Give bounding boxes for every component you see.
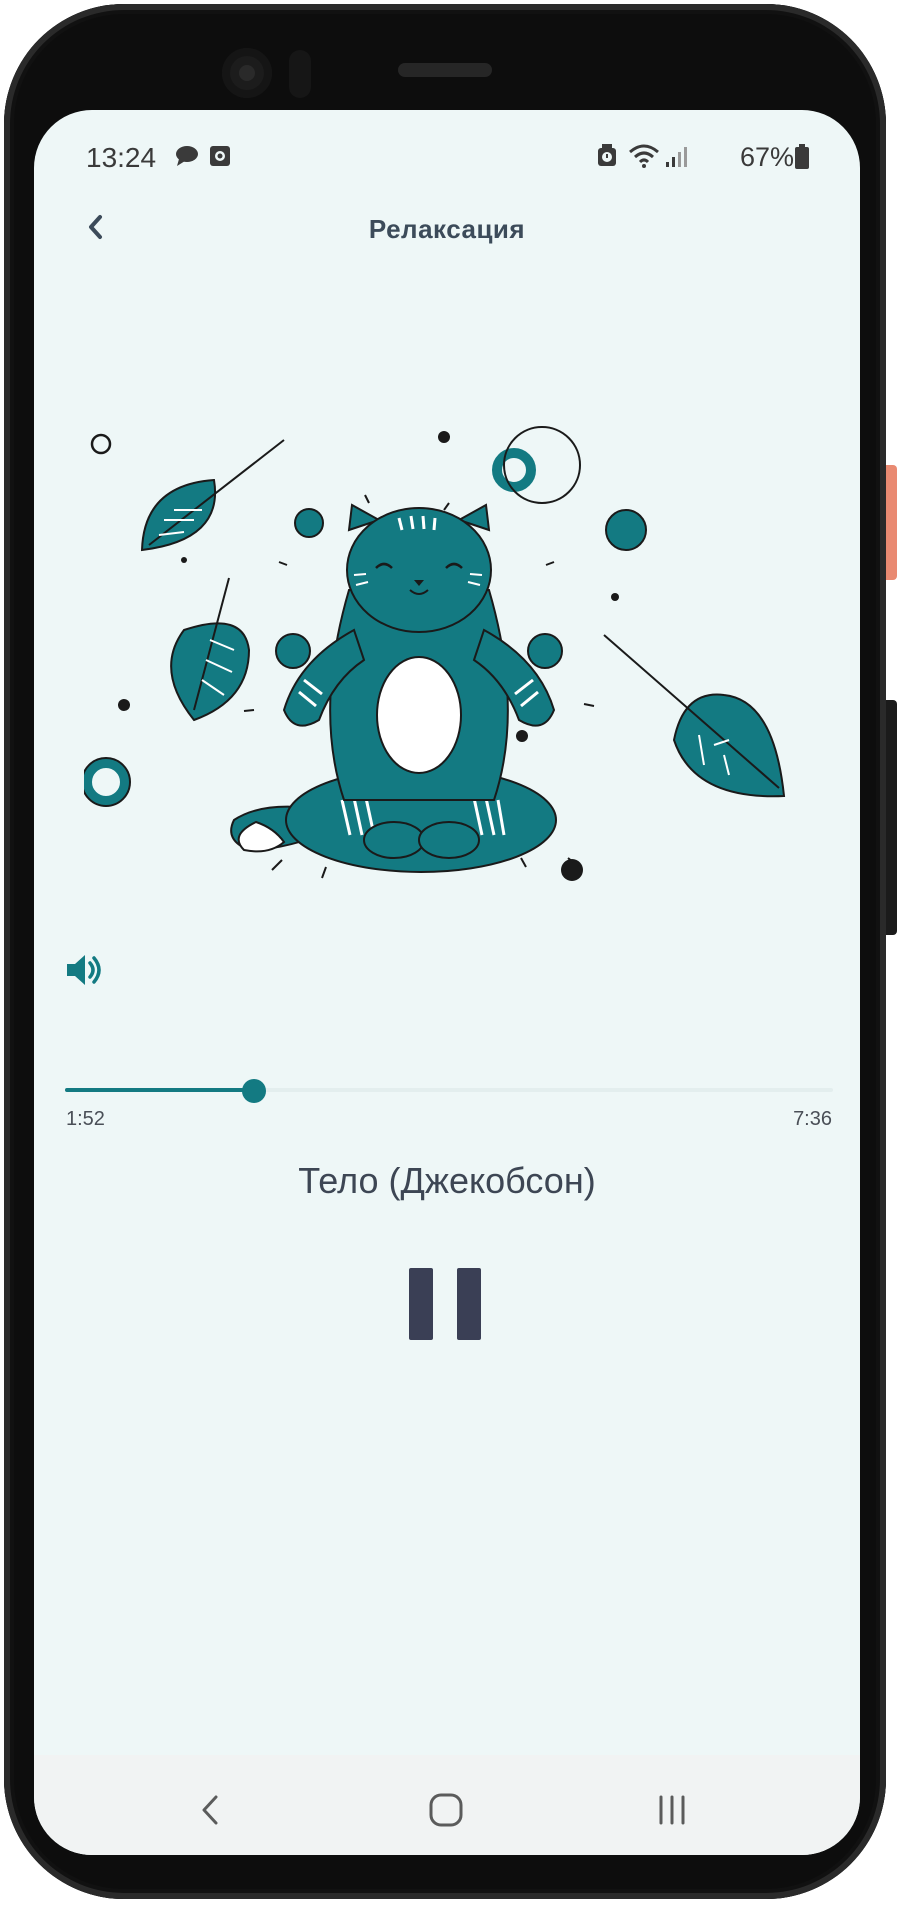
chat-bubble-icon <box>174 144 200 173</box>
app-screen: 13:24 67% Релаксация 1:52 7:36 Тело (Дже… <box>34 110 860 1855</box>
nav-back-button[interactable] <box>170 1775 250 1845</box>
pause-button[interactable] <box>404 1260 486 1350</box>
side-button <box>886 465 897 580</box>
decor-dot <box>294 508 324 538</box>
decor-dot <box>118 699 130 711</box>
decor-dot <box>516 730 528 742</box>
status-bar: 13:24 67% <box>34 110 860 173</box>
status-time: 13:24 <box>86 142 157 173</box>
front-camera <box>222 48 272 98</box>
decor-dot <box>611 593 619 601</box>
nav-recents-button[interactable] <box>632 1775 712 1845</box>
system-nav-bar <box>34 1755 860 1855</box>
speaker-icon <box>67 955 101 985</box>
decor-ring <box>503 426 581 504</box>
battery-icon <box>794 144 810 175</box>
alarm-icon <box>596 144 618 173</box>
screenshot-icon <box>208 144 232 173</box>
leaf-left <box>170 577 251 722</box>
cat-paw <box>418 821 480 859</box>
cat-hand-left <box>275 633 311 669</box>
decor-dot <box>605 509 647 551</box>
signal-icon <box>664 144 690 173</box>
track-title: Тело (Джекобсон) <box>298 1160 596 1201</box>
page-title: Релаксация <box>368 214 526 244</box>
earpiece-speaker <box>398 63 492 77</box>
progress-slider[interactable] <box>65 1075 833 1105</box>
power-button <box>886 700 897 935</box>
battery-percent: 67% <box>739 142 794 172</box>
decor-ring <box>84 758 130 806</box>
decor-ring <box>90 433 112 455</box>
meditating-cat-illustration <box>84 426 786 881</box>
decor-ring <box>492 448 536 492</box>
nav-home-icon <box>429 1793 463 1827</box>
elapsed-time: 1:52 <box>66 1108 105 1130</box>
cat-hand-right <box>527 633 563 669</box>
wifi-icon <box>628 144 660 173</box>
progress-fill <box>65 1088 254 1092</box>
decor-dot <box>181 557 187 563</box>
cat-belly <box>376 656 462 774</box>
leaf-right <box>603 634 786 798</box>
nav-back-icon <box>202 1795 218 1825</box>
proximity-sensor <box>289 50 311 98</box>
total-time: 7:36 <box>793 1108 832 1130</box>
cat-head <box>346 503 492 633</box>
progress-thumb[interactable] <box>241 1079 266 1103</box>
nav-home-button[interactable] <box>406 1775 486 1845</box>
cat-paw <box>363 821 425 859</box>
decor-dot <box>438 431 450 443</box>
volume-button[interactable] <box>64 950 112 998</box>
nav-recents-icon <box>659 1795 685 1825</box>
leaf-top-left <box>140 439 285 552</box>
